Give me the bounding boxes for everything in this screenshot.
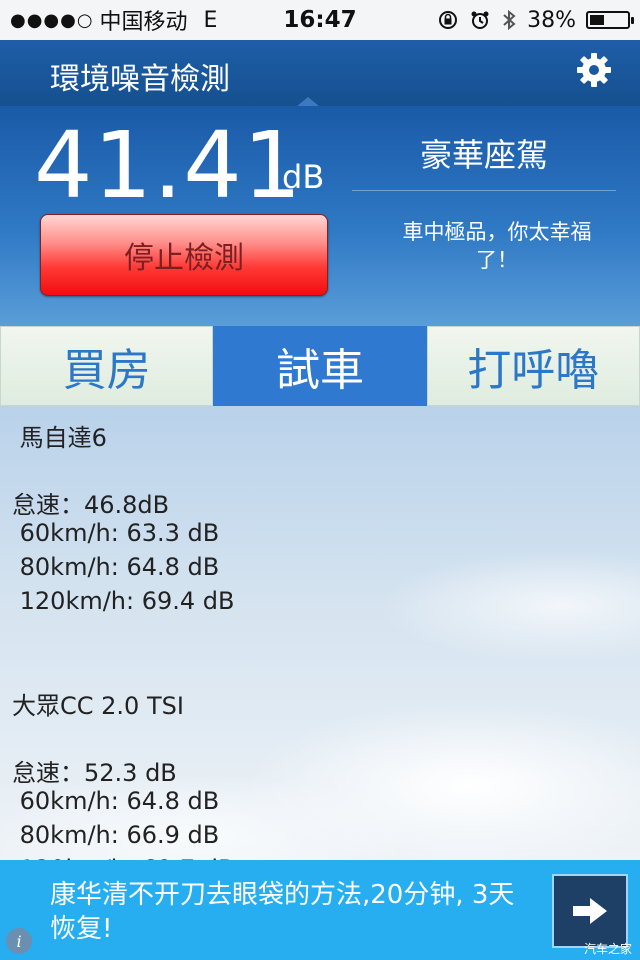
category-tabs: 買房 試車 打呼嚕 [0, 326, 640, 406]
noise-reading: 41.41 [34, 112, 303, 219]
battery-icon [586, 11, 634, 29]
reference-line: 60km/h: 63.3 dB [12, 519, 220, 547]
reference-line: 大眾CC 2.0 TSI [12, 692, 184, 720]
reference-line: 怠速：46.8dB [12, 491, 170, 519]
rank-divider [352, 190, 616, 191]
page-title: 環境噪音檢測 [50, 62, 230, 97]
network-type: E [203, 7, 218, 33]
reference-line: 馬自達6 [12, 424, 107, 452]
battery-percent: 38% [527, 7, 576, 33]
alarm-icon [471, 11, 489, 29]
reference-line: 60km/h: 64.8 dB [12, 787, 220, 815]
tab-test-drive[interactable]: 試車 [213, 326, 427, 406]
rotation-lock-icon [439, 11, 458, 29]
gear-icon[interactable] [574, 50, 614, 90]
reference-line: 80km/h: 64.8 dB [12, 553, 220, 581]
status-bar: ●●●●○ 中国移动 E 16:47 38% [0, 0, 640, 40]
reference-list[interactable]: 馬自達6 怠速：46.8dB 60km/h: 63.3 dB 80km/h: 64… [0, 406, 640, 860]
tab-snoring[interactable]: 打呼嚕 [426, 326, 640, 406]
tab-buy-house[interactable]: 買房 [0, 326, 214, 406]
nav-header: 環境噪音檢測 [0, 40, 640, 107]
bluetooth-icon [503, 9, 516, 31]
stop-detection-button[interactable]: 停止檢測 [40, 214, 328, 296]
ad-banner[interactable]: 康华清不开刀去眼袋的方法,20分钟, 3天恢复! [0, 860, 640, 960]
reference-line: 120km/h: 69.4 dB [12, 587, 235, 615]
carrier-name: 中国移动 [99, 10, 188, 35]
reference-line: 怠速：52.3 dB [12, 759, 177, 787]
ad-arrow-button[interactable] [552, 874, 628, 948]
ad-text[interactable]: 康华清不开刀去眼袋的方法,20分钟, 3天恢复! [50, 878, 530, 946]
status-right: 38% [437, 7, 634, 33]
battery-fill [590, 15, 604, 25]
signal-strength: ●●●●○ [10, 9, 94, 31]
info-icon[interactable]: i [6, 928, 32, 954]
reference-line: 80km/h: 66.9 dB [12, 821, 220, 849]
watermark: 汽车之家 [583, 942, 632, 956]
arrow-right-icon [573, 898, 607, 924]
noise-rank: 豪華座駕 [419, 136, 548, 174]
noise-unit: dB [282, 158, 325, 196]
noise-comment: 車中極品，你太幸福了！ [402, 220, 592, 272]
meter-panel: 41.41 dB 停止檢測 豪華座駕 車中極品，你太幸福了！ [0, 106, 640, 326]
